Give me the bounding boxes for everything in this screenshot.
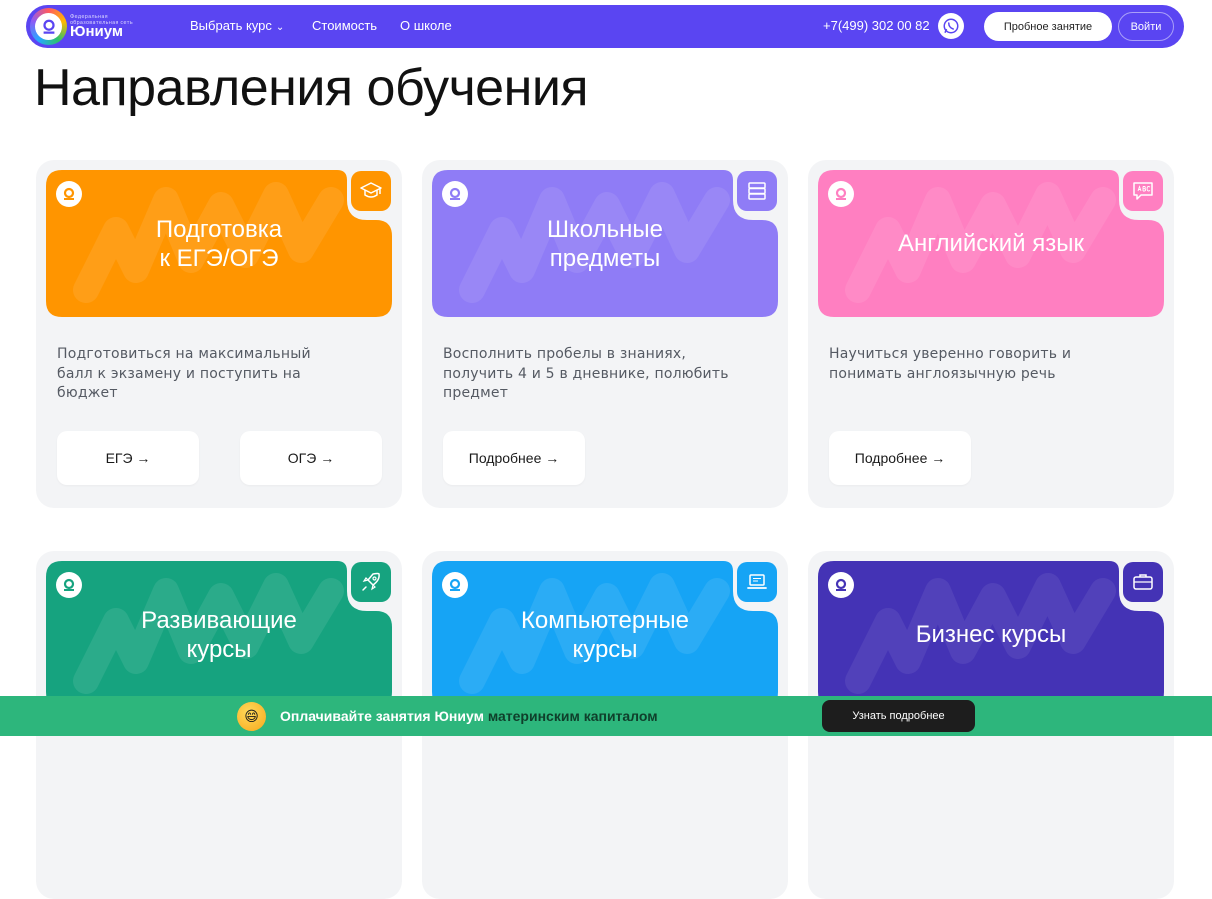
card-banner[interactable]: Развивающие курсы — [46, 561, 392, 708]
card-banner[interactable]: Английский язык — [818, 170, 1164, 317]
promo-highlight: материнским капиталом — [487, 708, 658, 724]
top-navbar: Федеральная образовательная сеть Юниум В… — [26, 5, 1184, 48]
graduation-cap-icon — [351, 171, 391, 211]
card-title: Английский язык — [897, 230, 1085, 257]
card-banner[interactable]: Подготовка к ЕГЭ/ОГЭ — [46, 170, 392, 317]
course-card-school: Школьные предметы Восполнить пробелы в з… — [422, 160, 788, 508]
trial-lesson-button[interactable]: Пробное занятие — [984, 12, 1112, 41]
page-title: Направления обучения — [34, 59, 589, 117]
brand-name[interactable]: Юниум — [70, 23, 123, 40]
course-card-exam: Подготовка к ЕГЭ/ОГЭ Подготовиться на ма… — [36, 160, 402, 508]
card-banner[interactable]: Школьные предметы — [432, 170, 778, 317]
promo-banner: 😄 Оплачивайте занятия Юниум материнским … — [0, 696, 1212, 736]
card-title: Развивающие курсы — [141, 606, 297, 663]
card-title: Компьютерные курсы — [520, 606, 690, 663]
card-title: Школьные предметы — [547, 215, 663, 272]
abc-chat-icon — [1123, 171, 1163, 211]
nav-pricing[interactable]: Стоимость — [312, 18, 377, 33]
nav-choose-course[interactable]: Выбрать курс ⌄ — [190, 18, 284, 33]
nav-about[interactable]: О школе — [400, 18, 452, 33]
oge-button[interactable]: ОГЭ → — [240, 431, 382, 485]
books-icon — [737, 171, 777, 211]
login-button[interactable]: Войти — [1118, 12, 1174, 41]
card-description: Подготовиться на максимальный балл к экз… — [57, 346, 311, 401]
nav-choose-course-label: Выбрать курс — [190, 18, 272, 33]
ege-button[interactable]: ЕГЭ → — [57, 431, 199, 485]
learn-more-button[interactable]: Узнать подробнее — [822, 700, 975, 732]
logo-mark-icon — [42, 19, 55, 34]
card-banner[interactable]: Бизнес курсы — [818, 561, 1164, 708]
card-banner[interactable]: Компьютерные курсы — [432, 561, 778, 708]
rocket-icon — [351, 562, 391, 602]
laptop-icon — [737, 562, 777, 602]
logo[interactable] — [30, 8, 67, 45]
course-card-english: Английский язык Научиться уверенно говор… — [808, 160, 1174, 508]
whatsapp-icon[interactable] — [938, 13, 964, 39]
more-button[interactable]: Подробнее → — [829, 431, 971, 485]
card-title: Подготовка к ЕГЭ/ОГЭ — [155, 215, 283, 272]
promo-text-main: Оплачивайте занятия Юниум — [280, 708, 484, 724]
smile-emoji-icon: 😄 — [237, 702, 266, 731]
chevron-down-icon: ⌄ — [275, 22, 285, 33]
card-description: Восполнить пробелы в знаниях, получить 4… — [443, 346, 729, 401]
phone-number[interactable]: +7(499) 302 00 82 — [823, 18, 930, 33]
more-button[interactable]: Подробнее → — [443, 431, 585, 485]
card-description: Научиться уверенно говорить и понимать а… — [829, 346, 1072, 382]
card-title: Бизнес курсы — [915, 621, 1067, 648]
promo-text: Оплачивайте занятия Юниум материнским ка… — [280, 708, 658, 724]
briefcase-icon — [1123, 562, 1163, 602]
